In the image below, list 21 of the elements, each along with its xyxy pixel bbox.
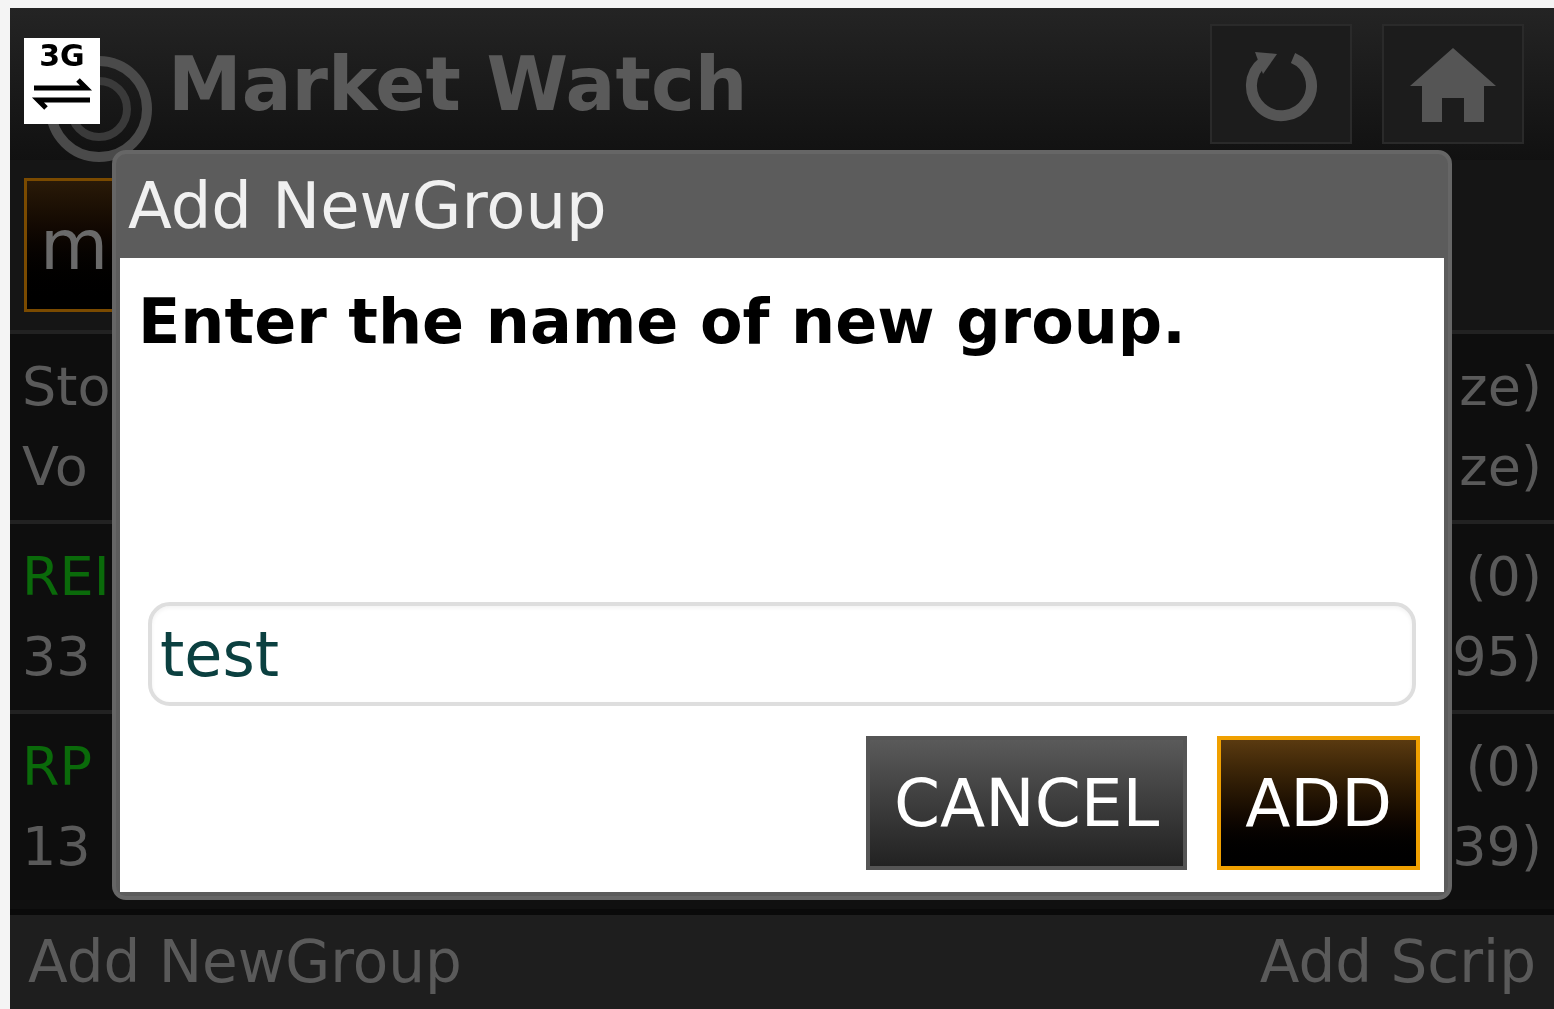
dialog-message: Enter the name of new group.: [138, 284, 1187, 360]
row-label: REI: [22, 544, 110, 610]
row-value: 13: [22, 814, 92, 880]
add-button[interactable]: ADD: [1217, 736, 1420, 870]
row-value: 39): [1452, 814, 1542, 880]
row-label: Sto: [22, 354, 111, 420]
dialog-title: Add NewGroup: [128, 168, 607, 245]
cancel-button[interactable]: CANCEL: [866, 736, 1188, 870]
row-value: 95): [1452, 624, 1542, 690]
app-title: Market Watch: [168, 47, 748, 121]
refresh-button[interactable]: [1210, 24, 1352, 144]
row-value: 33: [22, 624, 92, 690]
row-value: ze): [1459, 434, 1542, 500]
home-button[interactable]: [1382, 24, 1524, 144]
network-label: 3G: [39, 38, 85, 74]
row-value: (0): [1465, 544, 1542, 610]
row-value: ze): [1459, 354, 1542, 420]
group-name-input[interactable]: test: [148, 602, 1416, 706]
row-value: Vo: [22, 434, 89, 500]
row-label: RP: [22, 734, 93, 800]
row-value: (0): [1465, 734, 1542, 800]
